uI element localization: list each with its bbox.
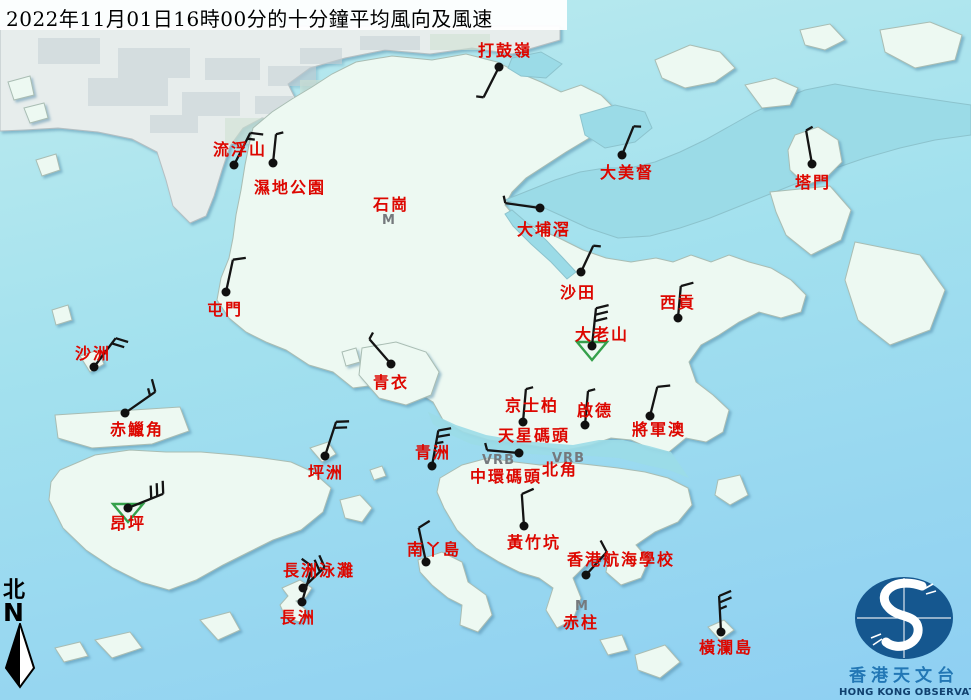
north-label-n: N (3, 602, 43, 623)
hko-name-chinese: 香港天文台 (839, 667, 969, 686)
landmass-new-territories (217, 54, 806, 452)
island-cheung-chau (280, 580, 312, 622)
map-title: 2022年11月01日16時00分的十分鐘平均風向及風速 (6, 3, 493, 32)
north-arrow-icon (3, 623, 39, 689)
north-compass: 北 N (3, 579, 43, 693)
hko-logo: 香港天文台 HONG KONG OBSERVATORY (839, 573, 969, 698)
island-sha-chau (80, 350, 104, 372)
hong-kong-map (0, 0, 971, 700)
island-peng-chau (310, 442, 336, 462)
island-lantau (49, 450, 331, 590)
airport-platform (55, 407, 189, 448)
hko-logo-icon (852, 573, 956, 663)
island-waglan (708, 620, 734, 640)
island-lamma (418, 552, 492, 632)
wind-map-canvas: 打鼓嶺流浮山濕地公園石崗M大美督塔門大埔滘沙田西貢大老山屯門沙洲赤鱲角青衣坪洲青… (0, 0, 971, 700)
title-bar: 2022年11月01日16時00分的十分鐘平均風向及風速 (0, 0, 567, 30)
hko-name-english: HONG KONG OBSERVATORY (839, 687, 969, 698)
